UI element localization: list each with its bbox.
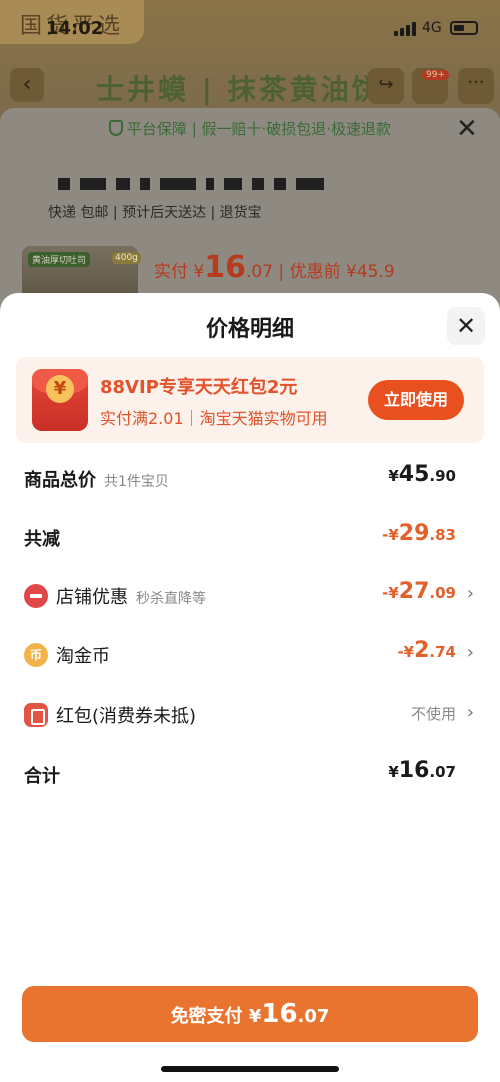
row-taojinbi[interactable]: 币 淘金币 -¥2.74 ›: [0, 634, 500, 674]
goods-total-text: 商品总价: [24, 470, 96, 491]
shop-discount-value: -¥27.09: [382, 579, 456, 604]
close-icon[interactable]: ✕: [447, 307, 485, 345]
amount-int: 45: [398, 462, 430, 487]
amount-int: 27: [398, 579, 430, 604]
status-time: 14:02: [46, 18, 104, 39]
red-packet-icon: [24, 703, 48, 727]
chevron-right-icon: ›: [466, 702, 474, 723]
red-packet-icon: ¥: [32, 369, 88, 431]
row-grand-total: 合计 ¥16.07: [0, 754, 500, 794]
promo-subtitle: 实付满2.01｜淘宝天猫实物可用: [100, 409, 328, 428]
shop-discount-icon: [24, 584, 48, 608]
amount-dec: .90: [429, 467, 456, 485]
currency: ¥: [388, 467, 399, 485]
vip-red-packet-promo: ¥ 88VIP专享天天红包2元 实付满2.01｜淘宝天猫实物可用 立即使用: [16, 357, 484, 443]
promo-title: 88VIP专享天天红包2元: [100, 377, 298, 398]
goods-total-value: ¥45.90: [388, 462, 456, 487]
product-price: 实付 ¥16.07 | 优惠前 ¥45.9: [154, 250, 395, 285]
chevron-right-icon: ›: [466, 583, 474, 604]
pay-label: 免密支付 ¥: [170, 1006, 262, 1027]
sheet-title: 价格明细: [205, 317, 294, 342]
price-int: 16: [204, 250, 246, 285]
chevron-right-icon: ›: [466, 642, 474, 663]
home-indicator: [161, 1066, 339, 1072]
pay-amount-int: 16: [261, 999, 298, 1029]
taojinbi-label: 淘金币: [56, 646, 110, 667]
shop-discount-note: 秒杀直降等: [136, 591, 206, 607]
total-discount-value: -¥29.83: [382, 521, 456, 546]
red-packet-label: 红包(消费券未抵): [56, 706, 197, 727]
cart-badge: 99+: [422, 70, 449, 80]
thumbnail-weight: 400g: [112, 252, 141, 264]
price-dec: .07: [245, 262, 274, 282]
grand-total-label: 合计: [24, 766, 60, 787]
currency: -¥: [397, 643, 415, 661]
thumbnail-label: 黄油厚切吐司: [28, 252, 91, 267]
close-icon[interactable]: ✕: [456, 114, 478, 144]
row-shop-discount[interactable]: 店铺优惠 秒杀直降等 -¥27.09 ›: [0, 575, 500, 615]
row-total-discount: 共减 -¥29.83: [0, 517, 500, 557]
shield-icon: [108, 120, 123, 136]
use-now-button[interactable]: 立即使用: [368, 380, 464, 420]
share-icon[interactable]: ↪: [368, 68, 404, 104]
amount-int: 29: [398, 521, 430, 546]
grand-total-value: ¥16.07: [388, 758, 456, 783]
row-red-packet[interactable]: 红包(消费券未抵) 不使用 ›: [0, 694, 500, 734]
amount-int: 2: [414, 638, 430, 663]
taojinbi-value: -¥2.74: [397, 638, 456, 663]
back-icon[interactable]: ‹: [10, 68, 44, 102]
shop-discount-label: 店铺优惠 秒杀直降等: [56, 583, 206, 609]
battery-icon: [450, 21, 478, 35]
network-label: 4G: [422, 20, 442, 36]
row-goods-total: 商品总价 共1件宝贝 ¥45.90: [0, 458, 500, 498]
amount-dec: .09: [429, 584, 456, 602]
goods-total-label: 商品总价 共1件宝贝: [24, 466, 169, 492]
pay-button[interactable]: 免密支付 ¥16.07: [22, 986, 478, 1042]
red-packet-value: 不使用: [410, 705, 456, 723]
redacted-address: [58, 178, 324, 190]
price-detail-sheet: 价格明细 ✕ ¥ 88VIP专享天天红包2元 实付满2.01｜淘宝天猫实物可用 …: [0, 293, 500, 1082]
currency: ¥: [388, 763, 399, 781]
currency: -¥: [382, 584, 399, 602]
total-discount-label: 共减: [24, 529, 60, 550]
guarantee-text: 平台保障 | 假一赔十·破损包退·极速退款: [126, 120, 392, 138]
pay-amount-dec: .07: [297, 1006, 330, 1027]
coin-icon: 币: [24, 643, 48, 667]
yen-badge: ¥: [46, 375, 74, 403]
goods-count: 共1件宝贝: [104, 474, 169, 490]
delivery-tags: 快递 包邮 | 预计后天送达 | 退货宝: [48, 205, 262, 221]
amount-dec: .07: [429, 763, 456, 781]
price-prefix: 实付 ¥: [154, 262, 205, 282]
amount-int: 16: [398, 758, 430, 783]
status-bar: 国货严选 14:02 4G: [0, 0, 500, 60]
guarantee-banner: 平台保障 | 假一赔十·破损包退·极速退款: [0, 118, 500, 148]
amount-dec: .83: [429, 526, 456, 544]
shop-discount-text: 店铺优惠: [56, 587, 128, 608]
amount-dec: .74: [429, 643, 456, 661]
currency: -¥: [382, 526, 399, 544]
signal-icon: [394, 22, 416, 36]
price-before: | 优惠前 ¥45.9: [273, 262, 395, 282]
nav-title: 士井蟆 | 抹茶黄油饼: [96, 73, 383, 106]
more-icon[interactable]: ···: [458, 68, 494, 104]
